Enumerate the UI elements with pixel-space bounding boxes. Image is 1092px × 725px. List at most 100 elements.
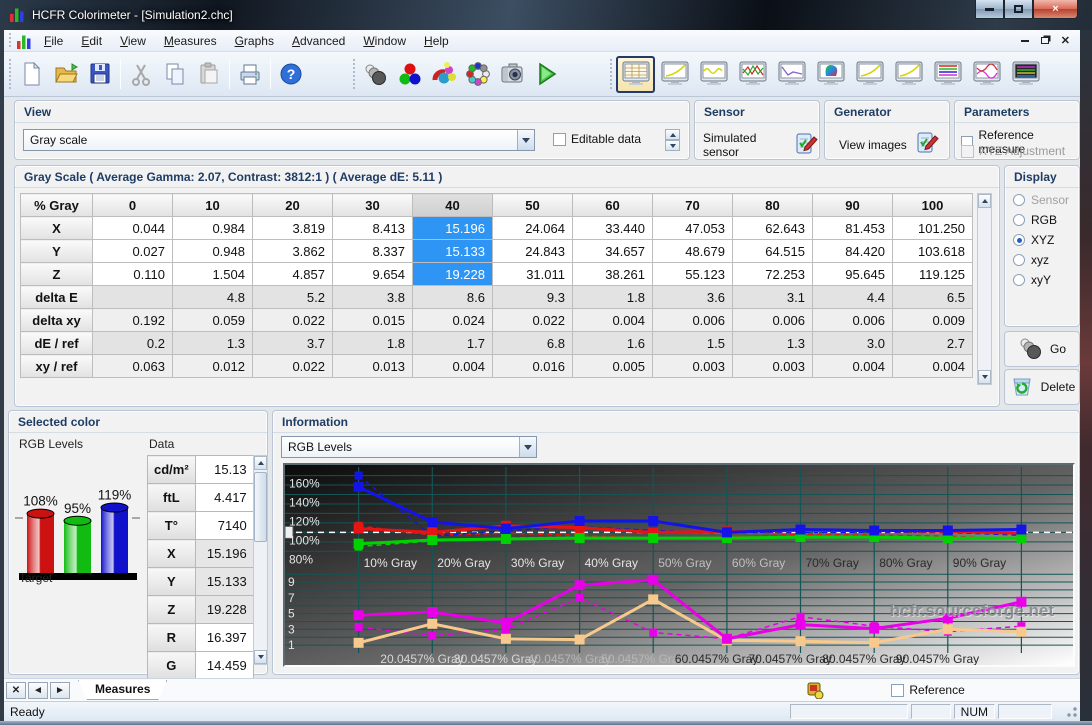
grayscale-cell[interactable]: 0.009 (893, 309, 973, 332)
snapshot-button[interactable] (495, 56, 529, 93)
editable-data-checkbox[interactable]: Editable data (553, 132, 641, 146)
view-type-dropdown[interactable]: Gray scale (23, 129, 535, 151)
grayscale-cell[interactable]: 0.004 (893, 355, 973, 378)
generator-config-button[interactable]: View images (839, 131, 940, 158)
help-button[interactable]: ? (274, 56, 308, 93)
grayscale-col-80[interactable]: 80 (733, 194, 813, 217)
menu-edit[interactable]: Edit (72, 31, 111, 51)
scroll-up-icon[interactable] (978, 194, 991, 208)
menu-window[interactable]: Window (354, 31, 415, 51)
maximize-button[interactable] (1004, 0, 1033, 19)
rgb-levels-chart[interactable]: 160%140%120%100%80%10% Gray20% Gray30% G… (283, 463, 1075, 667)
grayscale-cell[interactable]: 9.654 (333, 263, 413, 286)
grayscale-cell[interactable]: 0.022 (253, 309, 333, 332)
prev-tab-button[interactable]: ◄ (28, 682, 48, 699)
chevron-down-icon[interactable] (519, 437, 536, 457)
spin-up-icon[interactable] (665, 129, 680, 140)
mdi-restore-button[interactable] (1041, 37, 1049, 44)
radio-icon[interactable] (1013, 274, 1025, 286)
mdi-close-button[interactable]: ✕ (1061, 36, 1070, 46)
display-option-rgb[interactable]: RGB (1005, 210, 1079, 230)
open-file-button[interactable] (49, 56, 83, 93)
view-gamma-chart-button[interactable] (655, 56, 694, 93)
grayscale-cell[interactable]: 0.004 (573, 309, 653, 332)
grayscale-cell[interactable]: 62.643 (733, 217, 813, 240)
menu-help[interactable]: Help (415, 31, 458, 51)
reference-checkbox[interactable]: Reference (891, 683, 964, 697)
grayscale-cell[interactable]: 3.862 (253, 240, 333, 263)
grayscale-scrollbar[interactable] (977, 193, 992, 385)
grayscale-cell[interactable]: 1.7 (413, 332, 493, 355)
spin-down-icon[interactable] (665, 140, 680, 151)
view-rgb-multi-chart-button[interactable] (733, 56, 772, 93)
grayscale-col-90[interactable]: 90 (813, 194, 893, 217)
new-file-button[interactable] (15, 56, 49, 93)
measure-primaries-button[interactable] (393, 56, 427, 93)
view-cie-chart-button[interactable] (811, 56, 850, 93)
grayscale-cell[interactable]: 72.253 (733, 263, 813, 286)
grayscale-cell[interactable]: 31.011 (493, 263, 573, 286)
grayscale-cell[interactable]: 4.857 (253, 263, 333, 286)
grayscale-col-40[interactable]: 40 (413, 194, 493, 217)
grayscale-cell[interactable]: 1.504 (173, 263, 253, 286)
view-curve3-chart-button[interactable] (889, 56, 928, 93)
grayscale-cell[interactable]: 3.8 (333, 286, 413, 309)
grayscale-cell[interactable]: 8.337 (333, 240, 413, 263)
view-rgb-levels-chart-button[interactable] (928, 56, 967, 93)
cut-button[interactable] (124, 56, 158, 93)
grayscale-cell[interactable]: 0.044 (93, 217, 173, 240)
radio-icon[interactable] (1013, 234, 1025, 246)
tab-measures[interactable]: Measures (78, 680, 167, 700)
grayscale-cell[interactable]: 47.053 (653, 217, 733, 240)
title-bar[interactable]: HCFR Colorimeter - [Simulation2.chc] × (0, 0, 1092, 30)
grayscale-cell[interactable]: 64.515 (733, 240, 813, 263)
grayscale-cell[interactable]: 55.123 (653, 263, 733, 286)
grayscale-cell[interactable]: 15.133 (413, 240, 493, 263)
grayscale-cell[interactable]: 95.645 (813, 263, 893, 286)
view-luminance-chart-button[interactable] (694, 56, 733, 93)
editable-data-spinner[interactable] (665, 129, 680, 151)
scroll-down-icon[interactable] (254, 650, 267, 664)
grayscale-cell[interactable]: 0.027 (93, 240, 173, 263)
grayscale-cell[interactable]: 0.948 (173, 240, 253, 263)
grayscale-cell[interactable]: 0.024 (413, 309, 493, 332)
grayscale-cell[interactable]: 0.984 (173, 217, 253, 240)
grayscale-cell[interactable]: 2.7 (893, 332, 973, 355)
measure-grayscale-button[interactable] (359, 56, 393, 93)
grayscale-cell[interactable]: 1.5 (653, 332, 733, 355)
grayscale-cell[interactable]: 4.8 (173, 286, 253, 309)
grayscale-cell[interactable]: 81.453 (813, 217, 893, 240)
view-measures-table-button[interactable] (616, 56, 655, 93)
grayscale-cell[interactable]: 1.8 (573, 286, 653, 309)
grayscale-col-10[interactable]: 10 (173, 194, 253, 217)
grayscale-cell[interactable]: 15.196 (413, 217, 493, 240)
checkbox-icon[interactable] (891, 684, 904, 697)
data-scrollbar[interactable] (253, 455, 268, 665)
grayscale-cell[interactable]: 1.8 (333, 332, 413, 355)
view-deltae-chart-button[interactable] (967, 56, 1006, 93)
grayscale-cell[interactable]: 4.4 (813, 286, 893, 309)
view-curve2-chart-button[interactable] (850, 56, 889, 93)
grayscale-cell[interactable]: 0.012 (173, 355, 253, 378)
display-option-xyz[interactable]: xyz (1005, 250, 1079, 270)
grayscale-col-70[interactable]: 70 (653, 194, 733, 217)
grayscale-cell[interactable]: 3.6 (653, 286, 733, 309)
grayscale-cell[interactable]: 34.657 (573, 240, 653, 263)
grayscale-cell[interactable]: 38.261 (573, 263, 653, 286)
information-type-dropdown[interactable]: RGB Levels (281, 436, 537, 458)
run-measures-button[interactable] (529, 56, 563, 93)
grayscale-cell[interactable]: 0.015 (333, 309, 413, 332)
grayscale-cell[interactable] (93, 286, 173, 309)
grayscale-cell[interactable]: 6.8 (493, 332, 573, 355)
scroll-thumb[interactable] (254, 472, 267, 542)
grayscale-cell[interactable]: 0.063 (93, 355, 173, 378)
go-button[interactable]: Go (1004, 331, 1080, 367)
grayscale-cell[interactable]: 3.7 (253, 332, 333, 355)
measure-full-button[interactable] (461, 56, 495, 93)
grayscale-cell[interactable]: 1.3 (733, 332, 813, 355)
grayscale-cell[interactable]: 1.3 (173, 332, 253, 355)
grayscale-col-50[interactable]: 50 (493, 194, 573, 217)
grayscale-cell[interactable]: 48.679 (653, 240, 733, 263)
checkbox-icon[interactable] (553, 133, 566, 146)
grayscale-cell[interactable]: 0.013 (333, 355, 413, 378)
